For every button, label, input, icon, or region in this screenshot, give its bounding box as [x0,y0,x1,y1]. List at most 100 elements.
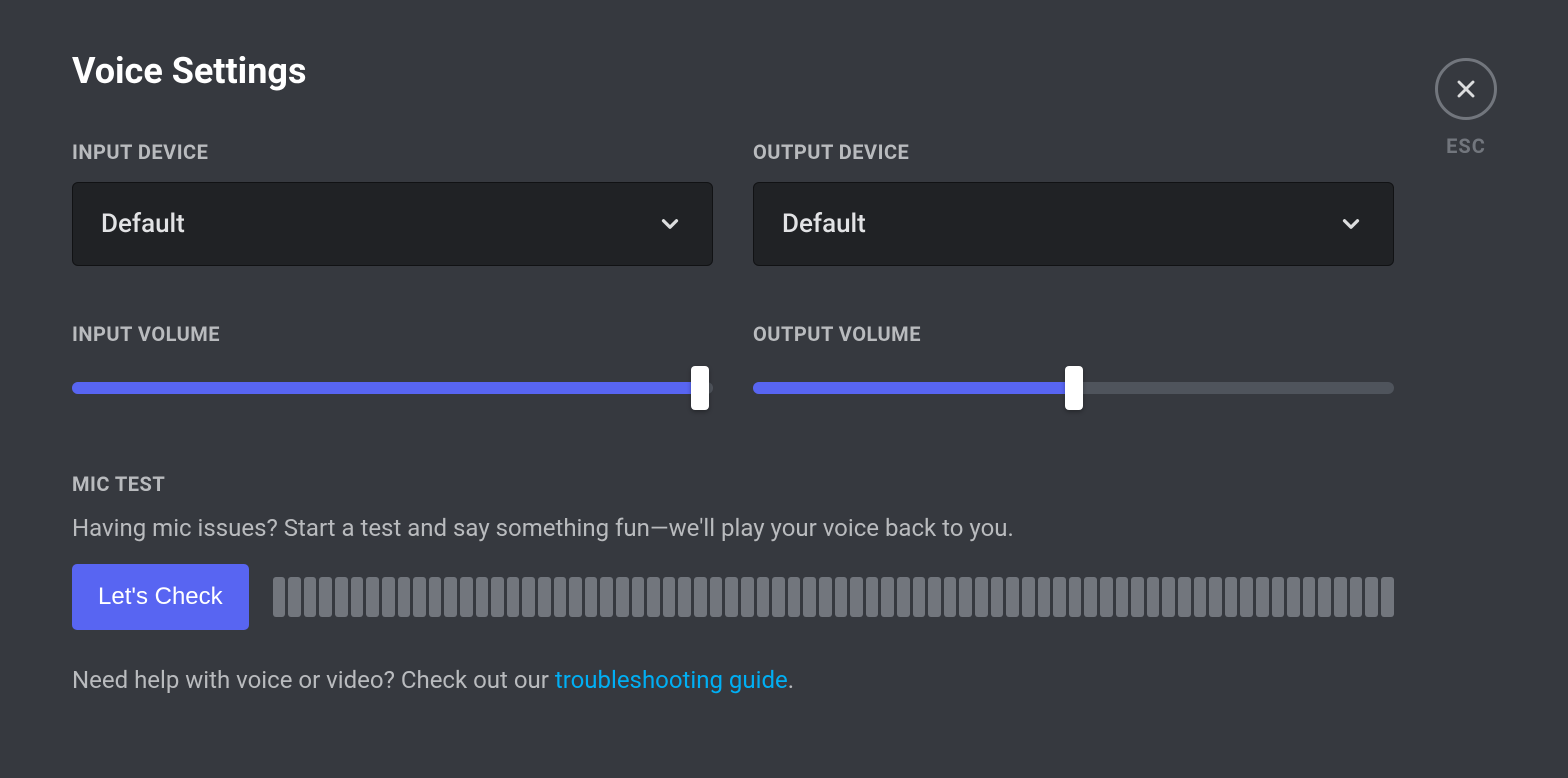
meter-bar [1053,577,1066,617]
close-button[interactable] [1435,58,1497,120]
meter-bar [476,577,489,617]
meter-bar [1194,577,1207,617]
meter-bar [569,577,582,617]
meter-bar [710,577,723,617]
meter-bar [725,577,738,617]
mic-test-check-button[interactable]: Let's Check [72,564,249,630]
meter-bar [600,577,613,617]
meter-bar [788,577,801,617]
meter-bar [351,577,364,617]
meter-bar [866,577,879,617]
chevron-down-icon [1337,210,1365,238]
meter-bar [819,577,832,617]
slider-fill [72,382,700,394]
meter-bar [850,577,863,617]
meter-bar [975,577,988,617]
meter-bar [1256,577,1269,617]
meter-bar [803,577,816,617]
meter-bar [522,577,535,617]
meter-bar [1178,577,1191,617]
help-suffix: . [788,666,794,694]
mic-test-label: MIC TEST [72,472,1394,496]
slider-thumb[interactable] [691,366,709,410]
meter-bar [944,577,957,617]
meter-bar [429,577,442,617]
meter-bar [585,577,598,617]
meter-bar [1318,577,1331,617]
chevron-down-icon [656,210,684,238]
meter-bar [757,577,770,617]
meter-bar [772,577,785,617]
meter-bar [273,577,286,617]
close-icon [1452,75,1480,103]
meter-bar [835,577,848,617]
slider-fill [753,382,1074,394]
troubleshooting-guide-link[interactable]: troubleshooting guide [555,666,788,694]
output-device-value: Default [782,209,866,239]
meter-bar [1381,577,1394,617]
meter-bar [1287,577,1300,617]
meter-bar [1006,577,1019,617]
meter-bar [1240,577,1253,617]
help-prefix: Need help with voice or video? Check out… [72,666,555,694]
meter-bar [1038,577,1051,617]
meter-bar [288,577,301,617]
meter-bar [319,577,332,617]
meter-bar [991,577,1004,617]
meter-bar [1069,577,1082,617]
meter-bar [1365,577,1378,617]
meter-bar [663,577,676,617]
output-volume-label: OUTPUT VOLUME [753,322,1394,346]
meter-bar [413,577,426,617]
meter-bar [1209,577,1222,617]
meter-bar [881,577,894,617]
meter-bar [1162,577,1175,617]
input-volume-label: INPUT VOLUME [72,322,713,346]
meter-bar [366,577,379,617]
input-device-label: INPUT DEVICE [72,140,713,164]
meter-bar [913,577,926,617]
meter-bar [741,577,754,617]
meter-bar [1022,577,1035,617]
output-device-label: OUTPUT DEVICE [753,140,1394,164]
meter-bar [694,577,707,617]
help-text: Need help with voice or video? Check out… [72,666,1394,694]
meter-bar [382,577,395,617]
slider-thumb[interactable] [1065,366,1083,410]
meter-bar [647,577,660,617]
meter-bar [460,577,473,617]
meter-bar [398,577,411,617]
meter-bar [1334,577,1347,617]
meter-bar [1350,577,1363,617]
meter-bar [304,577,317,617]
meter-bar [678,577,691,617]
input-volume-slider[interactable] [72,364,713,412]
mic-test-description: Having mic issues? Start a test and say … [72,514,1394,542]
meter-bar [554,577,567,617]
meter-bar [1084,577,1097,617]
meter-bar [1147,577,1160,617]
meter-bar [1303,577,1316,617]
meter-bar [1100,577,1113,617]
meter-bar [632,577,645,617]
meter-bar [444,577,457,617]
meter-bar [1272,577,1285,617]
output-device-select[interactable]: Default [753,182,1394,266]
meter-bar [1116,577,1129,617]
output-volume-slider[interactable] [753,364,1394,412]
meter-bar [959,577,972,617]
meter-bar [1225,577,1238,617]
meter-bar [928,577,941,617]
meter-bar [507,577,520,617]
meter-bar [491,577,504,617]
mic-level-meter [273,577,1394,617]
meter-bar [616,577,629,617]
meter-bar [335,577,348,617]
input-device-select[interactable]: Default [72,182,713,266]
page-title: Voice Settings [72,50,1394,92]
meter-bar [538,577,551,617]
input-device-value: Default [101,209,185,239]
meter-bar [1131,577,1144,617]
esc-label: ESC [1446,134,1486,158]
meter-bar [897,577,910,617]
